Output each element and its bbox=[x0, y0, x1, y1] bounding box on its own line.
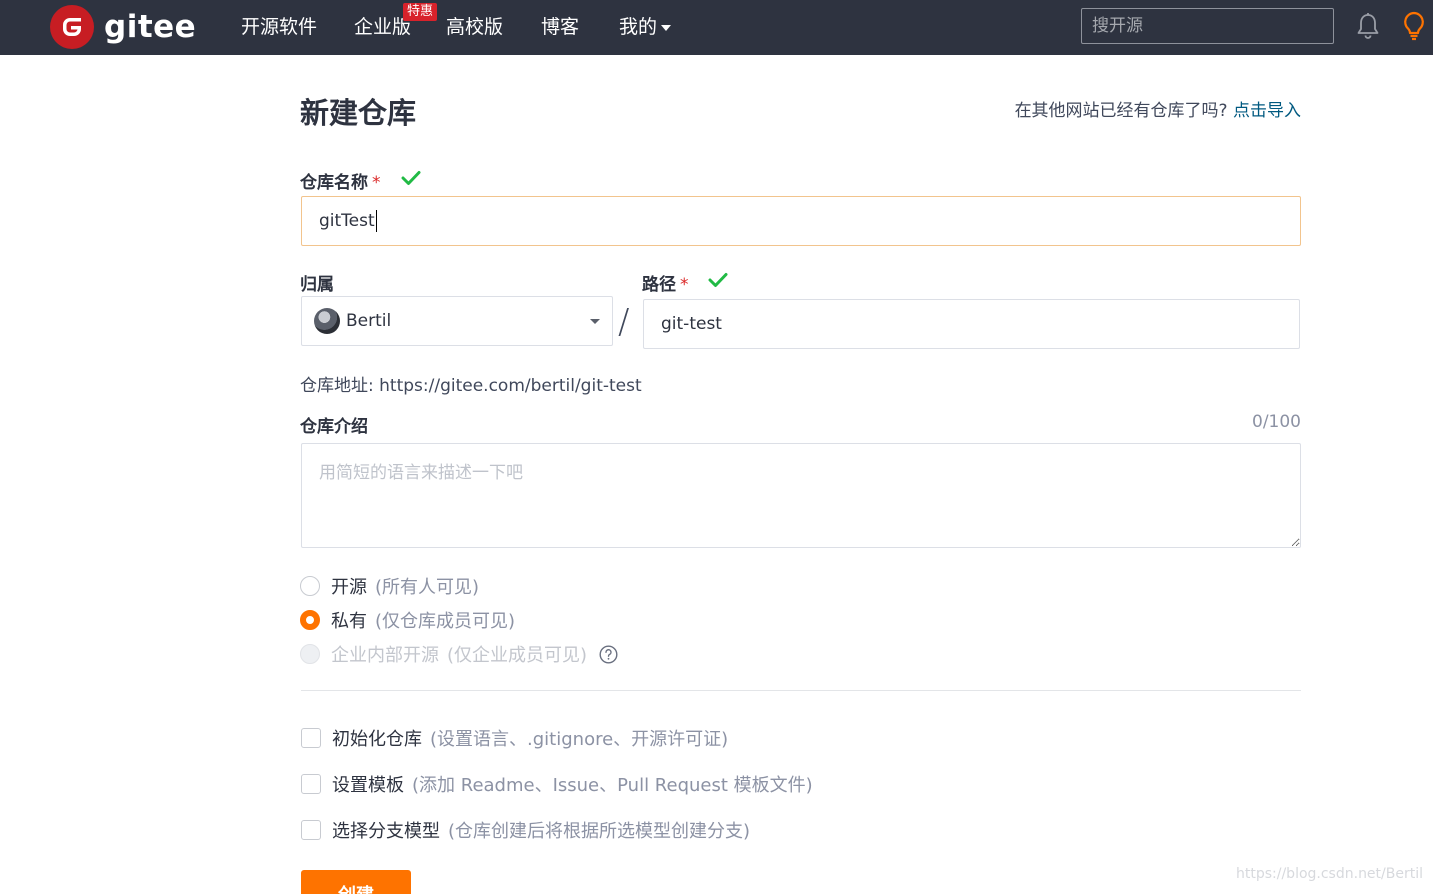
checkbox-hint: (仓库创建后将根据所选模型创建分支) bbox=[448, 821, 751, 842]
path-label: 路径 * bbox=[642, 270, 689, 295]
radio-label: 私有 bbox=[331, 611, 367, 632]
template-checkbox[interactable]: 设置模板 (添加 Readme、Issue、Pull Request 模板文件) bbox=[301, 771, 813, 797]
divider bbox=[301, 690, 1301, 691]
text-cursor bbox=[375, 210, 377, 232]
checkbox-icon bbox=[301, 820, 321, 840]
radio-label: 开源 bbox=[331, 577, 367, 598]
brand-name: gitee bbox=[104, 9, 197, 45]
radio-hint: (所有人可见) bbox=[375, 577, 480, 598]
repo-name-label-text: 仓库名称 bbox=[300, 173, 368, 193]
import-prompt: 在其他网站已经有仓库了吗? 点击导入 bbox=[1015, 96, 1301, 121]
nav-mine-label: 我的 bbox=[619, 16, 658, 38]
valid-check-icon bbox=[401, 171, 421, 185]
create-button[interactable]: 创建 bbox=[301, 870, 411, 894]
nav-blog[interactable]: 博客 bbox=[541, 16, 579, 38]
path-separator: / bbox=[618, 302, 630, 342]
checkbox-label: 初始化仓库 bbox=[332, 729, 422, 750]
checkbox-label: 设置模板 bbox=[332, 775, 404, 796]
nav-education[interactable]: 高校版 bbox=[446, 16, 503, 38]
checkbox-label: 选择分支模型 bbox=[332, 821, 440, 842]
radio-label: 企业内部开源 bbox=[331, 645, 439, 666]
description-counter: 0/100 bbox=[1252, 412, 1301, 432]
checkbox-icon bbox=[301, 728, 321, 748]
repo-name-label: 仓库名称 * bbox=[300, 168, 381, 193]
path-label-text: 路径 bbox=[642, 275, 676, 295]
avatar bbox=[314, 308, 340, 334]
nav-open-source[interactable]: 开源软件 bbox=[241, 16, 317, 38]
repo-name-input[interactable]: gitTest bbox=[301, 196, 1301, 246]
page-title: 新建仓库 bbox=[300, 96, 417, 130]
radio-disabled-icon bbox=[300, 644, 320, 664]
checkbox-icon bbox=[301, 774, 321, 794]
branch-model-checkbox[interactable]: 选择分支模型 (仓库创建后将根据所选模型创建分支) bbox=[301, 817, 750, 843]
gitee-logo[interactable]: gitee bbox=[50, 5, 196, 49]
required-mark: * bbox=[680, 275, 689, 295]
description-label: 仓库介绍 bbox=[300, 417, 368, 437]
repo-url: 仓库地址: https://gitee.com/bertil/git-test bbox=[300, 376, 642, 396]
path-value: git-test bbox=[661, 314, 722, 334]
chevron-down-icon bbox=[661, 24, 672, 31]
visibility-enterprise-radio: 企业内部开源 (仅企业成员可见) bbox=[300, 641, 618, 667]
nav-mine-dropdown[interactable]: 我的 bbox=[619, 16, 672, 38]
question-circle-icon[interactable] bbox=[599, 644, 618, 664]
radio-hint: (仅企业成员可见) bbox=[447, 645, 588, 666]
checkbox-hint: (设置语言、.gitignore、开源许可证) bbox=[430, 729, 729, 750]
enterprise-promo-badge: 特惠 bbox=[403, 3, 438, 21]
repo-name-value: gitTest bbox=[319, 211, 375, 231]
search-input[interactable] bbox=[1081, 8, 1334, 44]
bell-icon[interactable] bbox=[1355, 12, 1381, 40]
top-navbar: gitee 开源软件 企业版 特惠 高校版 博客 我的 bbox=[0, 0, 1433, 55]
radio-checked-icon bbox=[300, 610, 320, 630]
description-textarea[interactable] bbox=[301, 443, 1301, 548]
import-prompt-text: 在其他网站已经有仓库了吗? bbox=[1014, 101, 1228, 121]
radio-unchecked-icon bbox=[300, 576, 320, 596]
owner-select[interactable]: Bertil bbox=[301, 296, 613, 346]
owner-value: Bertil bbox=[346, 311, 392, 331]
radio-hint: (仅仓库成员可见) bbox=[375, 611, 516, 632]
required-mark: * bbox=[372, 173, 381, 193]
watermark: https://blog.csdn.net/Bertil bbox=[1236, 866, 1423, 882]
import-link[interactable]: 点击导入 bbox=[1233, 101, 1301, 121]
chevron-down-icon bbox=[590, 319, 600, 324]
visibility-public-radio[interactable]: 开源 (所有人可见) bbox=[300, 573, 479, 599]
path-input[interactable]: git-test bbox=[643, 299, 1300, 349]
checkbox-hint: (添加 Readme、Issue、Pull Request 模板文件) bbox=[412, 775, 813, 796]
init-repo-checkbox[interactable]: 初始化仓库 (设置语言、.gitignore、开源许可证) bbox=[301, 725, 728, 751]
visibility-private-radio[interactable]: 私有 (仅仓库成员可见) bbox=[300, 607, 515, 633]
owner-label: 归属 bbox=[300, 275, 334, 295]
gitee-logo-icon bbox=[50, 5, 94, 49]
valid-check-icon bbox=[708, 273, 728, 287]
lightbulb-icon[interactable] bbox=[1401, 10, 1427, 42]
